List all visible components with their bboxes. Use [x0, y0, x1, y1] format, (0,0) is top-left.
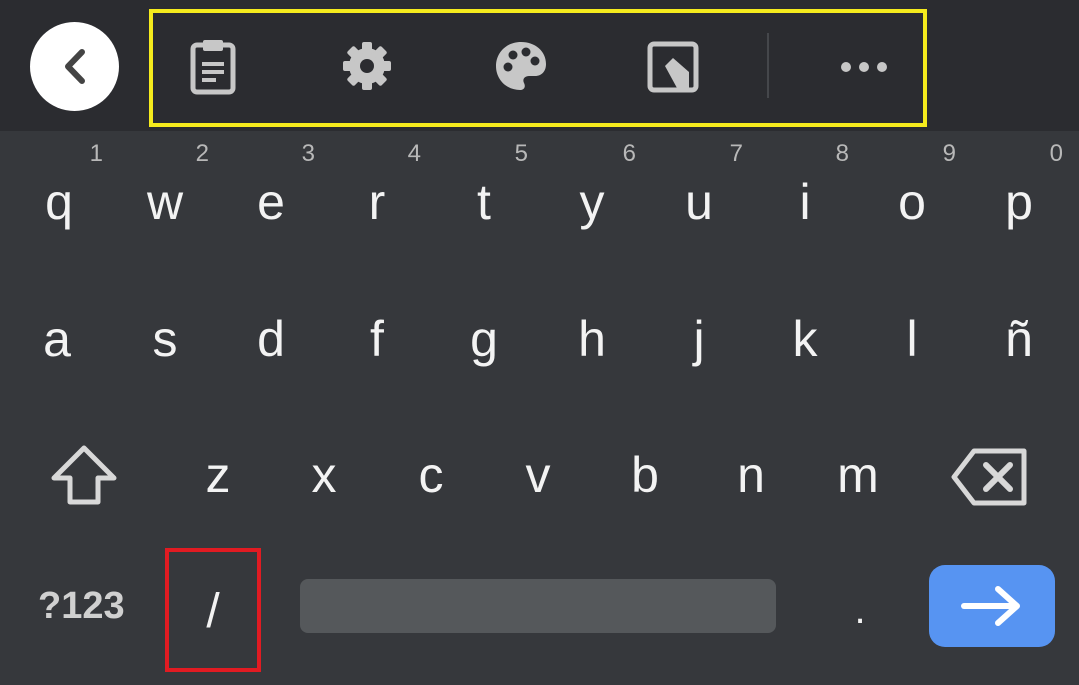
settings-button[interactable]	[337, 36, 397, 96]
clipboard-button[interactable]	[183, 36, 243, 96]
key-hint: 3	[301, 140, 315, 167]
key-z[interactable]: z	[178, 445, 258, 505]
key-y[interactable]: y6	[552, 142, 637, 232]
space-bar[interactable]	[300, 579, 776, 633]
keyboard-toolbar	[0, 0, 1079, 131]
key-a[interactable]: a	[17, 309, 97, 369]
key-letter: w	[146, 174, 184, 230]
gear-icon	[343, 42, 391, 90]
key-k[interactable]: k	[765, 309, 845, 369]
one-handed-mode-button[interactable]	[643, 36, 703, 96]
backspace-key[interactable]	[950, 446, 1030, 513]
more-icon	[841, 62, 887, 72]
symbols-key[interactable]: ?123	[38, 584, 125, 628]
key-v[interactable]: v	[498, 445, 578, 505]
key-letter: t	[477, 174, 491, 230]
key-t[interactable]: t5	[444, 142, 528, 232]
toolbar-divider	[767, 33, 769, 98]
key-n[interactable]: n	[711, 445, 791, 505]
key-letter: i	[799, 174, 811, 230]
key-u[interactable]: u7	[659, 142, 743, 232]
key-p[interactable]: p0	[979, 142, 1063, 232]
key-l[interactable]: l	[872, 309, 952, 369]
key-j[interactable]: j	[659, 309, 739, 369]
key-letter: u	[685, 174, 713, 230]
chevron-left-icon	[65, 49, 85, 84]
clipboard-icon	[190, 40, 236, 95]
more-options-button[interactable]	[834, 36, 894, 96]
palette-icon	[496, 42, 546, 90]
key-letter: q	[45, 174, 73, 230]
key-d[interactable]: d	[231, 309, 311, 369]
arrow-right-icon	[961, 586, 1020, 626]
back-button[interactable]	[30, 22, 119, 111]
key-hint: 6	[622, 140, 636, 167]
key-hint: 8	[835, 140, 849, 167]
key-letter: p	[1005, 174, 1033, 230]
key-letter: e	[257, 174, 285, 230]
key-hint: 1	[89, 140, 103, 167]
key-f[interactable]: f	[337, 309, 417, 369]
key-hint: 2	[195, 140, 209, 167]
key-e[interactable]: e3	[231, 142, 315, 232]
key-c[interactable]: c	[391, 445, 471, 505]
theme-button[interactable]	[491, 36, 551, 96]
key-hint: 7	[729, 140, 743, 167]
key-g[interactable]: g	[444, 309, 524, 369]
key-o[interactable]: o9	[872, 142, 956, 232]
key-s[interactable]: s	[125, 309, 205, 369]
backspace-icon	[951, 448, 1027, 506]
key-h[interactable]: h	[552, 309, 632, 369]
key-hint: 4	[407, 140, 421, 167]
key-hint: 9	[942, 140, 956, 167]
slash-key[interactable]: /	[165, 548, 261, 672]
enter-key[interactable]	[929, 565, 1055, 647]
slash-key-label: /	[206, 585, 220, 638]
key-n-tilde[interactable]: ñ	[979, 309, 1059, 369]
key-hint: 5	[514, 140, 528, 167]
shift-icon	[51, 445, 117, 505]
key-x[interactable]: x	[284, 445, 364, 505]
shift-key[interactable]	[48, 442, 120, 513]
key-m[interactable]: m	[818, 445, 898, 505]
key-b[interactable]: b	[605, 445, 685, 505]
key-r[interactable]: r4	[337, 142, 421, 232]
period-key[interactable]: .	[840, 585, 880, 635]
key-q[interactable]: q1	[19, 142, 103, 232]
key-hint: 0	[1049, 140, 1063, 167]
one-handed-icon	[647, 41, 699, 93]
key-i[interactable]: i8	[765, 142, 849, 232]
key-letter: y	[579, 174, 605, 230]
key-w[interactable]: w2	[125, 142, 209, 232]
key-letter: o	[898, 174, 926, 230]
key-letter: r	[368, 174, 386, 230]
